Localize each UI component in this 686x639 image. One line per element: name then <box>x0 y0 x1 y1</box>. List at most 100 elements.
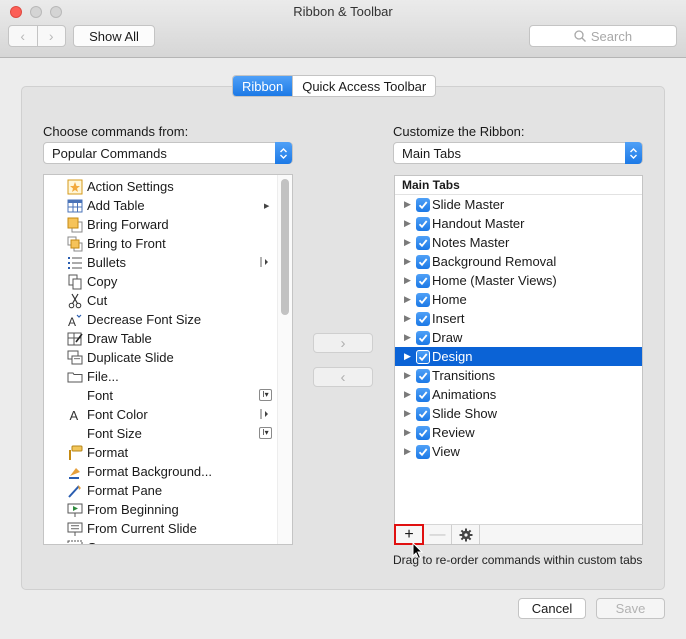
tab-visible-checkbox[interactable] <box>416 368 430 383</box>
split-menu-arrow-icon <box>259 256 271 271</box>
ribbon-tabs-select[interactable]: Main Tabs <box>393 142 643 164</box>
disclosure-triangle-icon[interactable]: ▶ <box>404 294 411 305</box>
ribbon-tab-item[interactable]: ▶ Draw <box>395 328 642 347</box>
command-item[interactable]: Add Table ▶ <box>44 196 278 215</box>
scroll-thumb[interactable] <box>281 179 289 315</box>
command-item[interactable]: From Beginning <box>44 500 278 519</box>
disclosure-triangle-icon[interactable]: ▶ <box>404 389 411 400</box>
search-placeholder: Search <box>590 28 633 44</box>
command-item[interactable]: Bring to Front <box>44 234 278 253</box>
bring-forward-icon <box>67 217 83 233</box>
tab-ribbon[interactable]: Ribbon <box>233 76 293 96</box>
ribbon-tab-item[interactable]: ▶ Insert <box>395 309 642 328</box>
search-field[interactable]: Search <box>529 25 677 47</box>
tab-visible-checkbox[interactable] <box>416 273 430 288</box>
tab-visible-checkbox[interactable] <box>416 292 430 307</box>
disclosure-triangle-icon[interactable]: ▶ <box>404 370 411 381</box>
command-label: Font Color <box>87 407 148 422</box>
command-item[interactable]: A Font Color <box>44 405 278 424</box>
ribbon-tab-item[interactable]: ▶ Slide Show <box>395 404 642 423</box>
disclosure-triangle-icon[interactable]: ▶ <box>404 237 411 248</box>
ribbon-tab-item[interactable]: ▶ Home (Master Views) <box>395 271 642 290</box>
disclosure-triangle-icon[interactable]: ▶ <box>404 332 411 343</box>
cancel-button[interactable]: Cancel <box>518 598 586 619</box>
disclosure-triangle-icon[interactable]: ▶ <box>404 408 411 419</box>
command-item[interactable]: Action Settings <box>44 177 278 196</box>
disclosure-triangle-icon[interactable]: ▶ <box>404 313 411 324</box>
command-label: Copy <box>87 274 118 289</box>
tab-visible-checkbox[interactable] <box>416 387 430 402</box>
save-button[interactable]: Save <box>596 598 665 619</box>
tab-visible-checkbox[interactable] <box>416 406 430 421</box>
remove-tab-button[interactable]: — <box>424 525 452 544</box>
disclosure-triangle-icon[interactable]: ▶ <box>404 256 411 267</box>
remove-command-button[interactable]: ‹ <box>313 367 373 387</box>
ribbon-tab-item[interactable]: ▶ Slide Master <box>395 195 642 214</box>
command-item[interactable]: Bullets <box>44 253 278 272</box>
ribbon-tab-label: Home <box>432 292 467 307</box>
ribbon-tab-label: Design <box>432 349 473 364</box>
command-item[interactable]: A Decrease Font Size <box>44 310 278 329</box>
command-label: G... <box>87 540 108 544</box>
command-item[interactable]: Font I▾ <box>44 386 278 405</box>
ribbon-tab-item[interactable]: ▶ Background Removal <box>395 252 642 271</box>
tab-visible-checkbox[interactable] <box>416 444 430 459</box>
command-item[interactable]: Format Pane <box>44 481 278 500</box>
tab-visible-checkbox[interactable] <box>416 330 430 345</box>
ribbon-tab-item[interactable]: ▶ Handout Master <box>395 214 642 233</box>
ribbon-tab-label: Handout Master <box>432 216 525 231</box>
command-label: Decrease Font Size <box>87 312 202 327</box>
format-painter-icon <box>67 445 83 461</box>
tab-visible-checkbox[interactable] <box>416 254 430 269</box>
forward-button[interactable]: › <box>38 26 66 46</box>
bring-to-front-icon <box>67 236 83 252</box>
disclosure-triangle-icon[interactable]: ▶ <box>404 351 411 362</box>
command-item[interactable]: From Current Slide <box>44 519 278 538</box>
command-item[interactable]: Duplicate Slide <box>44 348 278 367</box>
ribbon-tab-item[interactable]: ▶ Notes Master <box>395 233 642 252</box>
tab-visible-checkbox[interactable] <box>416 425 430 440</box>
disclosure-triangle-icon[interactable]: ▶ <box>404 427 411 438</box>
command-item[interactable]: Copy <box>44 272 278 291</box>
tab-visible-checkbox[interactable] <box>416 235 430 250</box>
command-item[interactable]: Format <box>44 443 278 462</box>
ribbon-tab-item[interactable]: ▶ Transitions <box>395 366 642 385</box>
tab-control: Ribbon Quick Access Toolbar <box>232 75 437 97</box>
reorder-hint: Drag to re-order commands within custom … <box>393 553 643 567</box>
command-label: Cut <box>87 293 108 308</box>
back-button[interactable]: ‹ <box>9 26 38 46</box>
ribbon-tab-item[interactable]: ▶ Home <box>395 290 642 309</box>
tree-header: Main Tabs <box>395 176 642 195</box>
ribbon-tab-label: Slide Show <box>432 406 498 421</box>
command-item[interactable]: Bring Forward <box>44 215 278 234</box>
tab-visible-checkbox[interactable] <box>416 197 430 212</box>
ribbon-tab-item[interactable]: ▶ Design <box>395 347 642 366</box>
ribbon-tab-item[interactable]: ▶ Review <box>395 423 642 442</box>
ribbon-tab-item[interactable]: ▶ Animations <box>395 385 642 404</box>
add-command-button[interactable]: › <box>313 333 373 353</box>
command-item[interactable]: File... <box>44 367 278 386</box>
ribbon-tab-item[interactable]: ▶ View <box>395 442 642 461</box>
show-all-button[interactable]: Show All <box>73 25 155 47</box>
from-beginning-icon <box>67 502 83 518</box>
tab-quick-access-toolbar[interactable]: Quick Access Toolbar <box>292 76 435 96</box>
tab-visible-checkbox[interactable] <box>416 349 430 364</box>
tab-visible-checkbox[interactable] <box>416 216 430 231</box>
commands-list[interactable]: Action Settings Add Table ▶ Bring Forward Br… <box>43 174 293 545</box>
commands-scrollbar[interactable] <box>277 175 292 544</box>
disclosure-triangle-icon[interactable]: ▶ <box>404 446 411 457</box>
command-item[interactable]: Cut <box>44 291 278 310</box>
command-item[interactable]: Draw Table <box>44 329 278 348</box>
tab-visible-checkbox[interactable] <box>416 311 430 326</box>
ribbon-tab-label: Transitions <box>432 368 496 383</box>
disclosure-triangle-icon[interactable]: ▶ <box>404 199 411 210</box>
ribbon-tabs-tree[interactable]: Main Tabs ▶ Slide Master ▶ Handout Master ▶ N… <box>394 175 643 525</box>
command-item[interactable]: Font Size I▾ <box>44 424 278 443</box>
disclosure-triangle-icon[interactable]: ▶ <box>404 275 411 286</box>
commands-source-select[interactable]: Popular Commands <box>43 142 293 164</box>
gear-icon[interactable] <box>452 525 480 544</box>
command-item[interactable]: Format Background... <box>44 462 278 481</box>
command-item[interactable]: G... <box>44 538 278 544</box>
disclosure-triangle-icon[interactable]: ▶ <box>404 218 411 229</box>
command-label: File... <box>87 369 119 384</box>
